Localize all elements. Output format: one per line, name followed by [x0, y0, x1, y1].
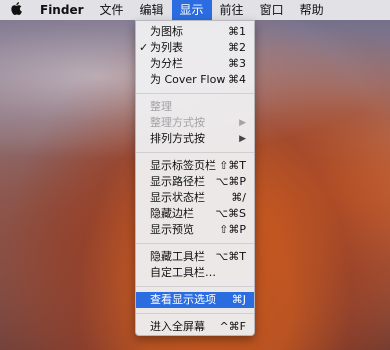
menu-item-shortcut: ⌘4	[228, 73, 246, 86]
menu-item-as-cover-flow[interactable]: 为 Cover Flow ⌘4	[136, 72, 254, 88]
menu-item-label: 为 Cover Flow	[150, 73, 226, 86]
menu-item-as-icons[interactable]: 为图标 ⌘1	[136, 24, 254, 40]
menu-item-show-tab-bar[interactable]: 显示标签页栏 ⇧⌘T	[136, 158, 254, 174]
menu-item-label: 为列表	[150, 41, 183, 54]
menu-item-hide-toolbar[interactable]: 隐藏工具栏 ⌥⌘T	[136, 249, 254, 265]
menu-item-customize-toolbar[interactable]: 自定工具栏…	[136, 265, 254, 281]
menu-item-as-list[interactable]: ✓ 为列表 ⌘2	[136, 40, 254, 56]
menu-bar: Finder 文件 编辑 显示 前往 窗口 帮助	[0, 0, 390, 20]
menu-item-show-status-bar[interactable]: 显示状态栏 ⌘/	[136, 190, 254, 206]
menu-file[interactable]: 文件	[92, 0, 132, 20]
menu-finder[interactable]: Finder	[32, 0, 92, 20]
menu-item-label: 排列方式按	[150, 132, 205, 145]
menu-item-clean-up: 整理	[136, 99, 254, 115]
apple-logo-icon[interactable]	[0, 2, 32, 18]
menu-item-label: 查看显示选项	[150, 293, 216, 306]
menu-view[interactable]: 显示	[171, 0, 212, 20]
menu-item-as-columns[interactable]: 为分栏 ⌘3	[136, 56, 254, 72]
menu-item-label: 隐藏工具栏	[150, 250, 205, 263]
menu-separator	[136, 243, 254, 244]
menu-item-shortcut: ⌥⌘P	[215, 175, 246, 188]
menu-item-shortcut: ⌥⌘S	[215, 207, 246, 220]
menu-item-shortcut: ⌘/	[231, 191, 246, 204]
menu-separator	[136, 286, 254, 287]
menu-item-label: 显示预览	[150, 223, 194, 236]
menu-item-label: 整理方式按	[150, 116, 205, 129]
menu-item-label: 为图标	[150, 25, 183, 38]
menu-item-shortcut: ⌘1	[228, 25, 246, 38]
submenu-arrow-icon: ▶	[239, 118, 246, 128]
menu-edit[interactable]: 编辑	[132, 0, 172, 20]
menu-item-shortcut: ⌘3	[228, 57, 246, 70]
menu-item-arrange-by[interactable]: 排列方式按 ▶	[136, 131, 254, 147]
menu-item-hide-sidebar[interactable]: 隐藏边栏 ⌥⌘S	[136, 206, 254, 222]
menu-item-shortcut: ⇧⌘P	[219, 223, 246, 236]
view-menu-dropdown: 为图标 ⌘1 ✓ 为列表 ⌘2 为分栏 ⌘3 为 Cover Flow ⌘4 整…	[135, 20, 255, 336]
menu-item-enter-full-screen[interactable]: 进入全屏幕 ^⌘F	[136, 319, 254, 335]
menu-item-label: 为分栏	[150, 57, 183, 70]
menu-item-label: 显示状态栏	[150, 191, 205, 204]
menu-item-show-path-bar[interactable]: 显示路径栏 ⌥⌘P	[136, 174, 254, 190]
menu-item-show-view-options[interactable]: 查看显示选项 ⌘J	[136, 292, 254, 308]
menu-go[interactable]: 前往	[212, 0, 252, 20]
menu-separator	[136, 93, 254, 94]
menu-item-shortcut: ^⌘F	[219, 320, 246, 333]
menu-separator	[136, 152, 254, 153]
menu-separator	[136, 313, 254, 314]
checkmark-icon: ✓	[139, 41, 149, 54]
menu-item-label: 整理	[150, 100, 172, 113]
menu-item-label: 进入全屏幕	[150, 320, 205, 333]
menu-item-shortcut: ⌘2	[228, 41, 246, 54]
menu-item-label: 隐藏边栏	[150, 207, 194, 220]
menu-window[interactable]: 窗口	[252, 0, 292, 20]
menu-item-label: 显示标签页栏	[150, 159, 216, 172]
menu-item-label: 显示路径栏	[150, 175, 205, 188]
menu-item-clean-up-by: 整理方式按 ▶	[136, 115, 254, 131]
menu-item-shortcut: ⌘J	[231, 293, 246, 306]
menu-item-shortcut: ⇧⌘T	[219, 159, 246, 172]
submenu-arrow-icon: ▶	[239, 134, 246, 144]
menu-item-shortcut: ⌥⌘T	[215, 250, 246, 263]
menu-item-label: 自定工具栏…	[150, 266, 216, 279]
menu-help[interactable]: 帮助	[292, 0, 332, 20]
menu-item-show-preview[interactable]: 显示预览 ⇧⌘P	[136, 222, 254, 238]
